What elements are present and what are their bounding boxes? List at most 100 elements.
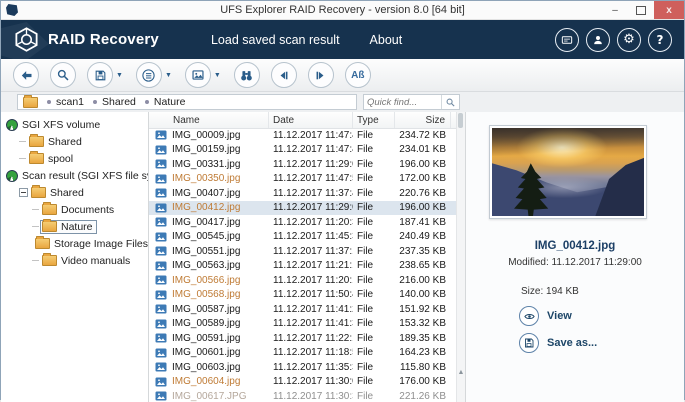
file-row-img-00617-jpg[interactable]: IMG_00617.JPG11.12.2017 11:30:35File221.… [149,389,457,402]
quick-find-input[interactable] [364,97,441,108]
file-row-img-00407-jpg[interactable]: IMG_00407.jpg11.12.2017 11:37:43File220.… [149,186,457,201]
preview-thumbnail[interactable] [489,125,647,219]
file-type: File [353,289,395,300]
breadcrumb-scan1[interactable]: scan1 [56,96,84,108]
file-name: IMG_00331.jpg [172,159,240,170]
view-button[interactable]: View [519,306,572,326]
tree-item-documents[interactable]: Documents [1,201,148,218]
search-icon [56,68,70,82]
column-header-size[interactable]: Size [395,112,451,128]
save-as-button[interactable]: Save as... [519,333,597,353]
file-row-img-00591-jpg[interactable]: IMG_00591.jpg11.12.2017 11:22:14File189.… [149,331,457,346]
file-row-img-00604-jpg[interactable]: IMG_00604.jpg11.12.2017 11:30:05File176.… [149,375,457,390]
next-fragment-button[interactable] [308,62,334,88]
file-row-img-00589-jpg[interactable]: IMG_00589.jpg11.12.2017 11:41:30File153.… [149,317,457,332]
file-row-img-00587-jpg[interactable]: IMG_00587.jpg11.12.2017 11:41:26File151.… [149,302,457,317]
brand: RAID Recovery [13,26,159,53]
quick-find-search-button[interactable] [441,95,459,109]
breadcrumb-nature[interactable]: Nature [154,96,186,108]
tree-item-storage-image-files[interactable]: Storage Image Files [1,235,148,252]
file-row-img-00545-jpg[interactable]: IMG_00545.jpg11.12.2017 11:45:36File240.… [149,230,457,245]
save-button[interactable] [87,62,113,88]
file-size: 140.00 KB [395,289,451,300]
file-name: IMG_00563.jpg [172,260,240,271]
file-rows: IMG_00009.jpg11.12.2017 11:47:44File234.… [149,128,457,402]
help-button[interactable]: ? [648,28,672,52]
file-name: IMG_00350.jpg [172,173,240,184]
menu-load-saved-scan-result[interactable]: Load saved scan result [211,33,340,47]
file-type: File [353,318,395,329]
file-row-img-00009-jpg[interactable]: IMG_00009.jpg11.12.2017 11:47:44File234.… [149,128,457,143]
encoding-icon: Aß [351,70,364,81]
scrollbar-arrow-icon: ▲ [457,369,465,376]
encoding-button[interactable]: Aß [345,62,371,88]
file-list-scrollbar[interactable]: ▲ [456,112,465,402]
toolbar: ▼ ▼ ▼ Aß [1,59,684,92]
file-row-img-00350-jpg[interactable]: IMG_00350.jpg11.12.2017 11:47:57File172.… [149,172,457,187]
file-name: IMG_00587.jpg [172,304,240,315]
tree-item-sgi-xfs-volume[interactable]: SGI XFS volume [1,116,148,133]
volume-icon [6,170,18,182]
tree-item-shared[interactable]: Shared [1,184,148,201]
save-dropdown-caret[interactable]: ▼ [116,72,123,79]
file-row-img-00551-jpg[interactable]: IMG_00551.jpg11.12.2017 11:37:12File237.… [149,244,457,259]
column-header-name[interactable]: Name [149,112,269,128]
tree-item-label: Documents [61,204,114,216]
file-date: 11.12.2017 11:37:12 [269,246,353,257]
scrollbar-thumb[interactable] [458,113,463,128]
file-date: 11.12.2017 11:47:49 [269,144,353,155]
prev-fragment-button[interactable] [271,62,297,88]
search-button[interactable] [50,62,76,88]
settings-button[interactable]: ⚙ [617,28,641,52]
tree-item-spool[interactable]: spool [1,150,148,167]
preview-size: Size: 194 KB [521,286,579,297]
file-date: 11.12.2017 11:29:00 [269,159,353,170]
view-label: View [547,310,572,322]
image-file-icon [155,362,167,372]
tree-item-video-manuals[interactable]: Video manuals [1,252,148,269]
user-icon [591,33,605,47]
file-row-img-00568-jpg[interactable]: IMG_00568.jpg11.12.2017 11:50:44File140.… [149,288,457,303]
column-header-date[interactable]: Date [269,112,353,128]
file-name: IMG_00417.jpg [172,217,240,228]
image-file-icon [155,377,167,387]
column-header-type[interactable]: Type [353,112,395,128]
image-file-icon [155,188,167,198]
save-icon [519,333,539,353]
image-file-icon [155,130,167,140]
list-options-button[interactable] [136,62,162,88]
file-size: 172.00 KB [395,173,451,184]
file-row-img-00563-jpg[interactable]: IMG_00563.jpg11.12.2017 11:21:10File238.… [149,259,457,274]
tree-item-scan-result-sgi-xfs-file-system-3-72-gb[interactable]: Scan result (SGI XFS file system; 3.72 G… [1,167,148,184]
menu-about[interactable]: About [370,33,403,47]
file-name: IMG_00551.jpg [172,246,240,257]
title-bar: UFS Explorer RAID Recovery - version 8.0… [1,1,684,20]
image-file-icon [155,232,167,242]
back-button[interactable] [13,62,39,88]
list-options-dropdown-caret[interactable]: ▼ [165,72,172,79]
find-binoculars-button[interactable] [234,62,260,88]
account-button[interactable] [586,28,610,52]
file-row-img-00566-jpg[interactable]: IMG_00566.jpg11.12.2017 11:20:14File216.… [149,273,457,288]
image-export-button[interactable] [185,62,211,88]
file-row-img-00331-jpg[interactable]: IMG_00331.jpg11.12.2017 11:29:00File196.… [149,157,457,172]
file-type: File [353,173,395,184]
collapse-expander-icon[interactable] [19,188,28,197]
file-row-img-00603-jpg[interactable]: IMG_00603.jpg11.12.2017 11:35:37File115.… [149,360,457,375]
tree-item-nature[interactable]: Nature [1,218,148,235]
image-export-dropdown-caret[interactable]: ▼ [214,72,221,79]
back-icon [19,68,34,83]
file-row-img-00601-jpg[interactable]: IMG_00601.jpg11.12.2017 11:18:53File164.… [149,346,457,361]
file-type: File [353,362,395,373]
file-date: 11.12.2017 11:21:10 [269,260,353,271]
file-date: 11.12.2017 11:30:05 [269,376,353,387]
file-type: File [353,275,395,286]
tree-item-shared[interactable]: Shared [1,133,148,150]
file-row-img-00417-jpg[interactable]: IMG_00417.jpg11.12.2017 11:20:34File187.… [149,215,457,230]
license-button[interactable] [555,28,579,52]
breadcrumb-shared[interactable]: Shared [102,96,136,108]
file-row-img-00159-jpg[interactable]: IMG_00159.jpg11.12.2017 11:47:49File234.… [149,143,457,158]
preview-filename: IMG_00412.jpg [466,240,684,252]
file-row-img-00412-jpg[interactable]: IMG_00412.jpg11.12.2017 11:29:00File196.… [149,201,457,216]
file-size: 196.00 KB [395,159,451,170]
